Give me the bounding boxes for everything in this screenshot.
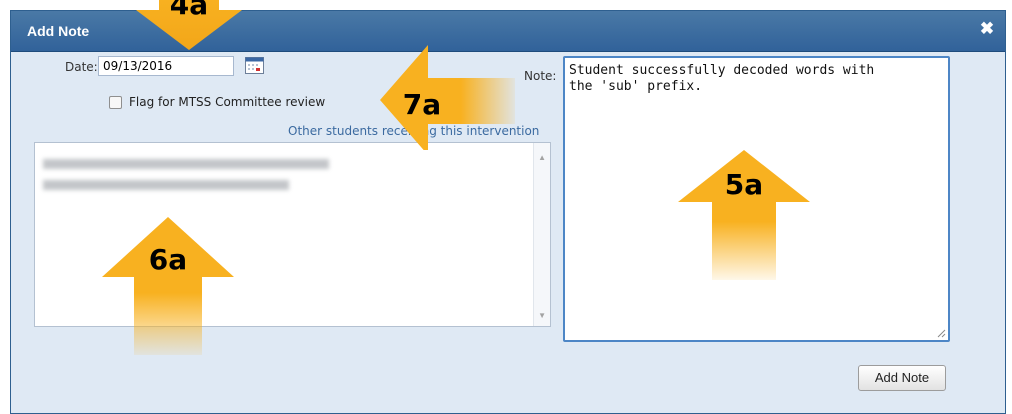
note-text: Student successfully decoded words with … bbox=[569, 63, 875, 94]
flag-checkbox[interactable] bbox=[109, 96, 122, 109]
students-scrollbar[interactable]: ▲ ▼ bbox=[533, 143, 550, 326]
date-input[interactable]: 09/13/2016 bbox=[98, 56, 234, 76]
scroll-down-icon[interactable]: ▼ bbox=[538, 311, 546, 320]
flag-label[interactable]: Flag for MTSS Committee review bbox=[129, 95, 325, 109]
scroll-up-icon[interactable]: ▲ bbox=[538, 153, 546, 162]
student-name-redacted bbox=[43, 159, 329, 169]
calendar-icon[interactable] bbox=[245, 57, 264, 74]
add-note-button[interactable]: Add Note bbox=[858, 365, 946, 391]
close-icon[interactable]: ✖ bbox=[977, 19, 997, 39]
resize-grip-icon[interactable] bbox=[937, 329, 946, 338]
callout-6a-label: 6a bbox=[149, 243, 187, 276]
callout-7a-label: 7a bbox=[403, 88, 441, 121]
callout-5a-label: 5a bbox=[725, 168, 763, 201]
note-label: Note: bbox=[524, 69, 557, 83]
callout-5a-arrow: 5a bbox=[678, 150, 810, 280]
callout-7a-arrow: 7a bbox=[380, 45, 515, 150]
callout-6a-arrow: 6a bbox=[102, 217, 234, 355]
dialog-title: Add Note bbox=[27, 23, 90, 39]
student-name-redacted bbox=[43, 180, 289, 190]
date-label: Date: bbox=[65, 60, 98, 74]
callout-4a-arrow: 4a bbox=[136, 0, 242, 50]
callout-4a-label: 4a bbox=[170, 0, 208, 21]
